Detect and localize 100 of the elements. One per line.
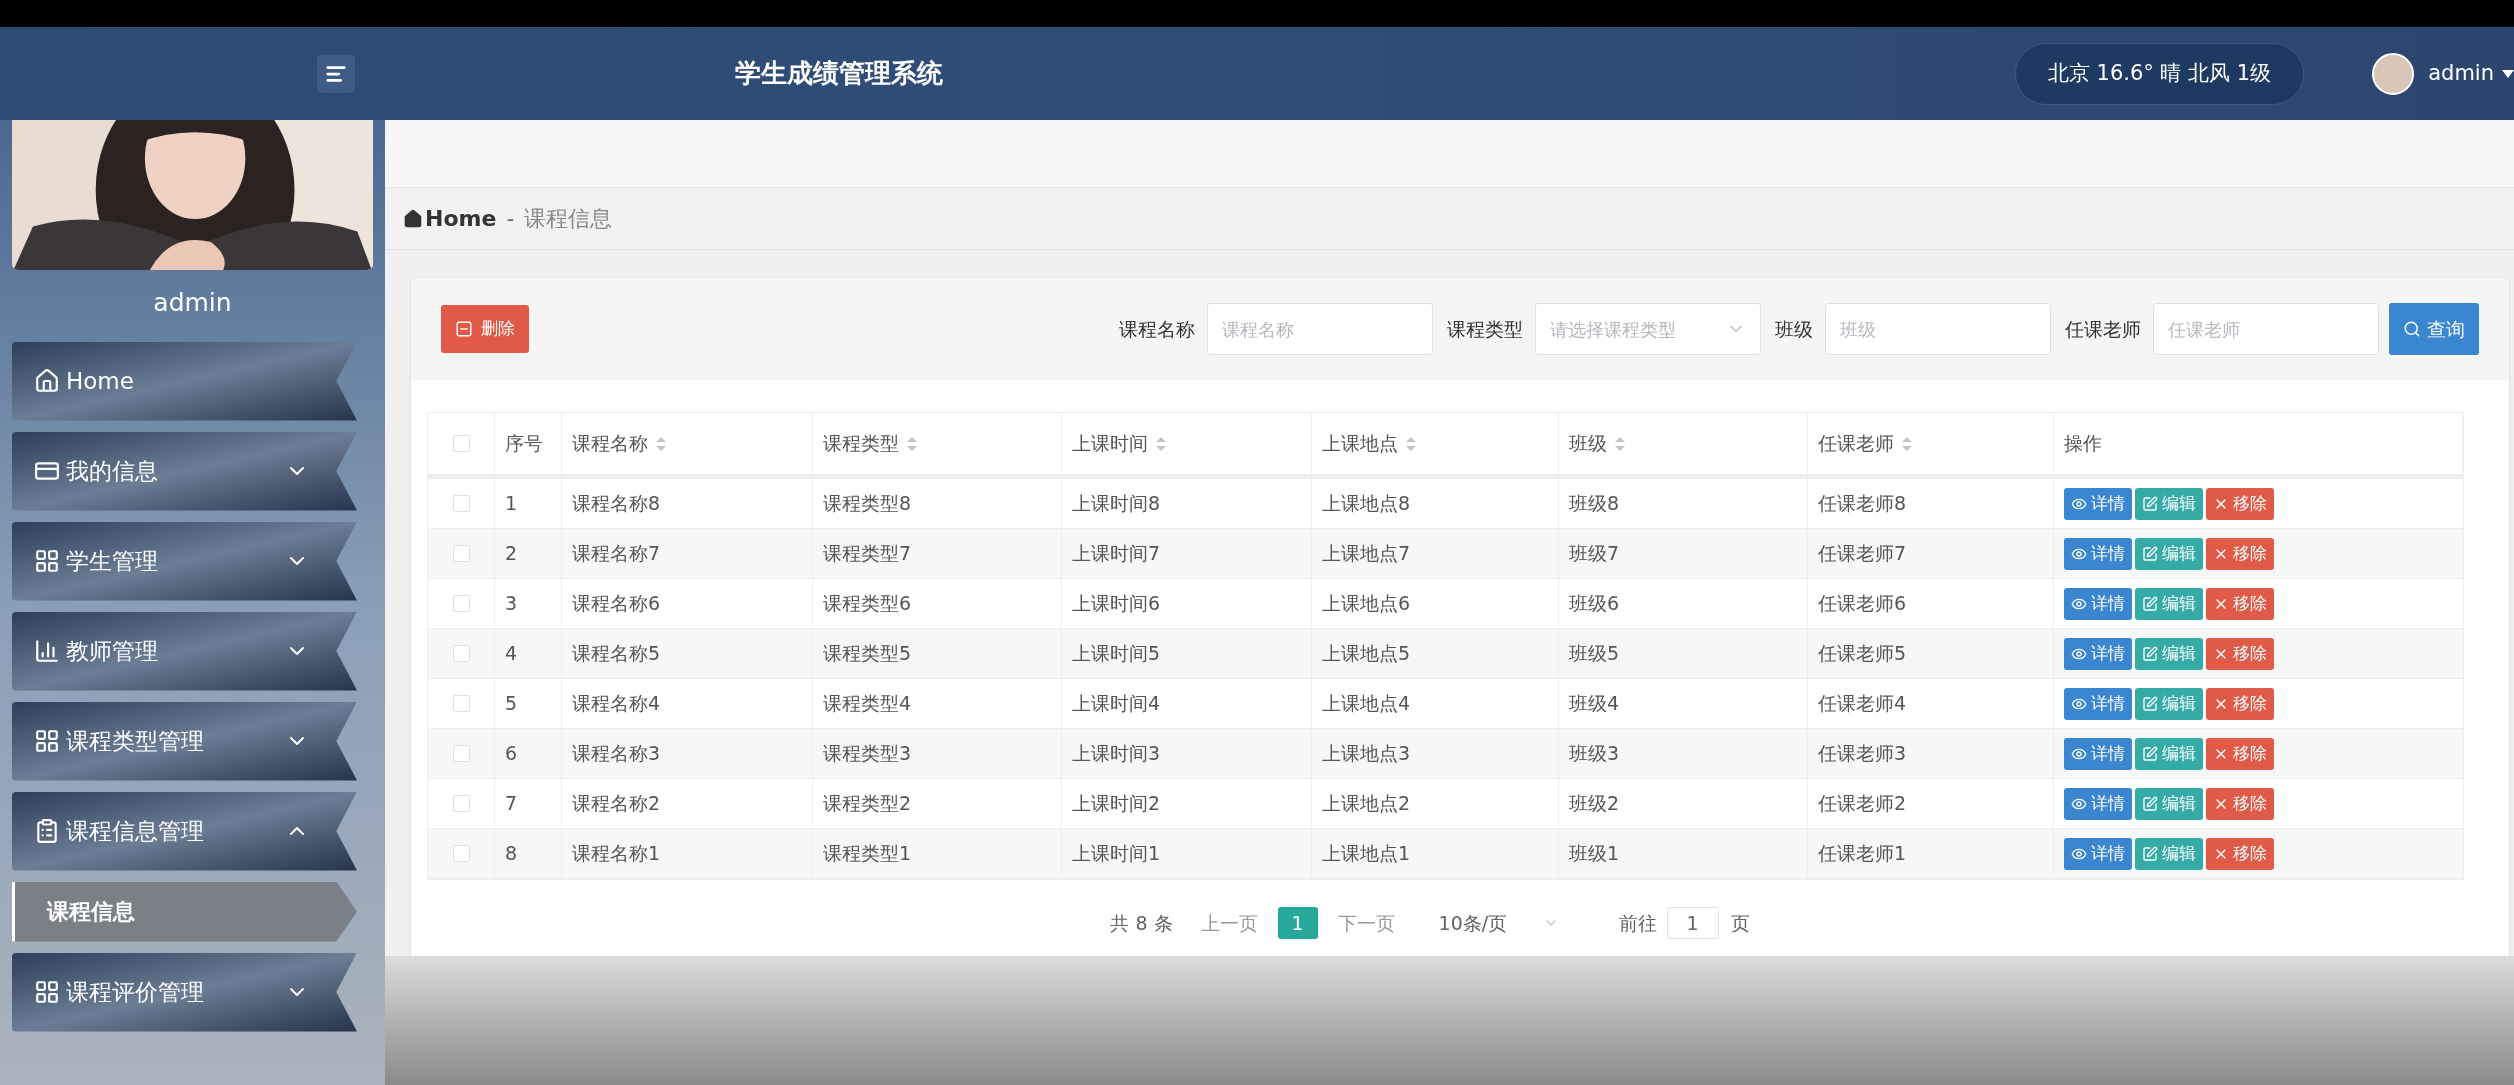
table-cell-text: 班级7 (1569, 541, 1620, 567)
filter-label: 课程类型 (1447, 316, 1523, 342)
column-header[interactable]: 上课时间 (1072, 429, 1166, 458)
table-cell-text: 上课地点8 (1322, 491, 1411, 517)
table-cell-text: 上课时间7 (1072, 541, 1161, 567)
checkbox[interactable] (452, 745, 470, 762)
input-field[interactable]: 班级 (1825, 303, 2051, 355)
checkbox[interactable] (452, 545, 470, 562)
sort-icon[interactable] (656, 436, 666, 451)
sort-icon[interactable] (1902, 436, 1912, 451)
avatar[interactable] (2372, 52, 2415, 95)
table-cell-text: 上课地点5 (1322, 641, 1411, 667)
action-button[interactable]: 移除 (2206, 487, 2274, 520)
table-cell-text: 任课老师2 (1818, 791, 1907, 817)
search-icon (2403, 320, 2421, 338)
table-cell-text: 上课时间6 (1072, 591, 1161, 617)
page-size-select[interactable]: 10条/页 (1438, 908, 1559, 938)
submenu-item[interactable]: 课程信息 (12, 881, 357, 942)
checkbox[interactable] (452, 845, 470, 862)
column-header[interactable]: 课程名称 (572, 429, 666, 458)
action-button[interactable]: 编辑 (2135, 737, 2203, 770)
action-button[interactable]: 编辑 (2135, 537, 2203, 570)
checkbox[interactable] (452, 695, 470, 712)
table-cell-text: 上课地点1 (1322, 841, 1411, 867)
sort-icon[interactable] (1406, 436, 1416, 451)
action-button[interactable]: 详情 (2064, 637, 2132, 670)
action-button[interactable]: 移除 (2206, 537, 2274, 570)
action-button[interactable]: 移除 (2206, 737, 2274, 770)
column-header[interactable]: 任课老师 (1818, 429, 1912, 458)
action-button[interactable]: 移除 (2206, 837, 2274, 870)
delete-button[interactable]: 删除 (441, 305, 529, 353)
goto-suffix: 页 (1730, 910, 1750, 936)
column-header: 操作 (2064, 431, 2102, 457)
action-button[interactable]: 移除 (2206, 587, 2274, 620)
action-button[interactable]: 编辑 (2135, 687, 2203, 720)
action-button[interactable]: 详情 (2064, 587, 2132, 620)
table-cell-text: 上课时间8 (1072, 491, 1161, 517)
user-menu[interactable]: admin (2428, 57, 2514, 90)
action-button[interactable]: 编辑 (2135, 837, 2203, 870)
action-button[interactable]: 详情 (2064, 787, 2132, 820)
action-button[interactable]: 移除 (2206, 637, 2274, 670)
action-button[interactable]: 详情 (2064, 737, 2132, 770)
sort-icon[interactable] (1156, 436, 1166, 451)
table-cell-text: 班级5 (1569, 641, 1620, 667)
home-icon (403, 208, 423, 229)
checkbox[interactable] (452, 645, 470, 662)
menu-item[interactable]: 课程信息管理 (12, 791, 357, 871)
column-header[interactable]: 上课地点 (1322, 429, 1416, 458)
page-button[interactable]: 1 (1277, 907, 1318, 939)
grid-icon (34, 979, 60, 1005)
action-button[interactable]: 编辑 (2135, 637, 2203, 670)
edit-icon (2142, 545, 2158, 562)
column-header: 序号 (505, 431, 543, 457)
table-cell-text: 上课地点6 (1322, 591, 1411, 617)
menu-item[interactable]: Home (12, 341, 357, 421)
table-cell-text: 班级6 (1569, 591, 1620, 617)
column-header[interactable]: 班级 (1569, 429, 1625, 458)
menu-item[interactable]: 学生管理 (12, 521, 357, 601)
table-cell-text: 任课老师4 (1818, 691, 1907, 717)
action-button[interactable]: 编辑 (2135, 487, 2203, 520)
table-cell-text: 任课老师1 (1818, 841, 1907, 867)
edit-icon (2142, 595, 2158, 612)
breadcrumb-link[interactable]: Home (425, 202, 497, 235)
table-cell-text: 任课老师7 (1818, 541, 1907, 567)
prev-page-button[interactable]: 上一页 (1200, 908, 1258, 938)
action-button[interactable]: 移除 (2206, 787, 2274, 820)
checkbox[interactable] (452, 595, 470, 612)
table-cell-text: 课程类型7 (823, 541, 912, 567)
action-button[interactable]: 详情 (2064, 837, 2132, 870)
menu-toggle-button[interactable] (317, 54, 355, 93)
action-button[interactable]: 详情 (2064, 537, 2132, 570)
next-page-button[interactable]: 下一页 (1337, 908, 1395, 938)
page-input[interactable]: 1 (1666, 907, 1719, 939)
sort-icon[interactable] (1615, 436, 1625, 451)
action-button[interactable]: 编辑 (2135, 787, 2203, 820)
edit-icon (2142, 745, 2158, 762)
breadcrumb-current: 课程信息 (524, 205, 613, 233)
checkbox[interactable] (452, 795, 470, 812)
menu-item[interactable]: 课程评价管理 (12, 952, 357, 1032)
checkbox[interactable] (452, 435, 470, 452)
input-field[interactable]: 任课老师 (2153, 303, 2379, 355)
action-button[interactable]: 移除 (2206, 687, 2274, 720)
select-field[interactable]: 请选择课程类型 (1535, 303, 1761, 355)
menu-item[interactable]: 我的信息 (12, 431, 357, 511)
search-button[interactable]: 查询 (2389, 303, 2479, 355)
table-cell-text: 课程类型2 (823, 791, 912, 817)
table-cell-text: 课程类型1 (823, 841, 912, 867)
edit-icon (2142, 495, 2158, 512)
input-field[interactable]: 课程名称 (1207, 303, 1433, 355)
action-button[interactable]: 详情 (2064, 687, 2132, 720)
checkbox[interactable] (452, 495, 470, 512)
action-button[interactable]: 编辑 (2135, 587, 2203, 620)
action-button[interactable]: 详情 (2064, 487, 2132, 520)
menu-item[interactable]: 课程类型管理 (12, 701, 357, 781)
home-icon (34, 368, 60, 394)
column-header[interactable]: 课程类型 (823, 429, 917, 458)
sort-icon[interactable] (907, 436, 917, 451)
menu-item[interactable]: 教师管理 (12, 611, 357, 691)
table-cell-text: 6 (505, 741, 518, 767)
table-cell-text: 4 (505, 641, 518, 667)
